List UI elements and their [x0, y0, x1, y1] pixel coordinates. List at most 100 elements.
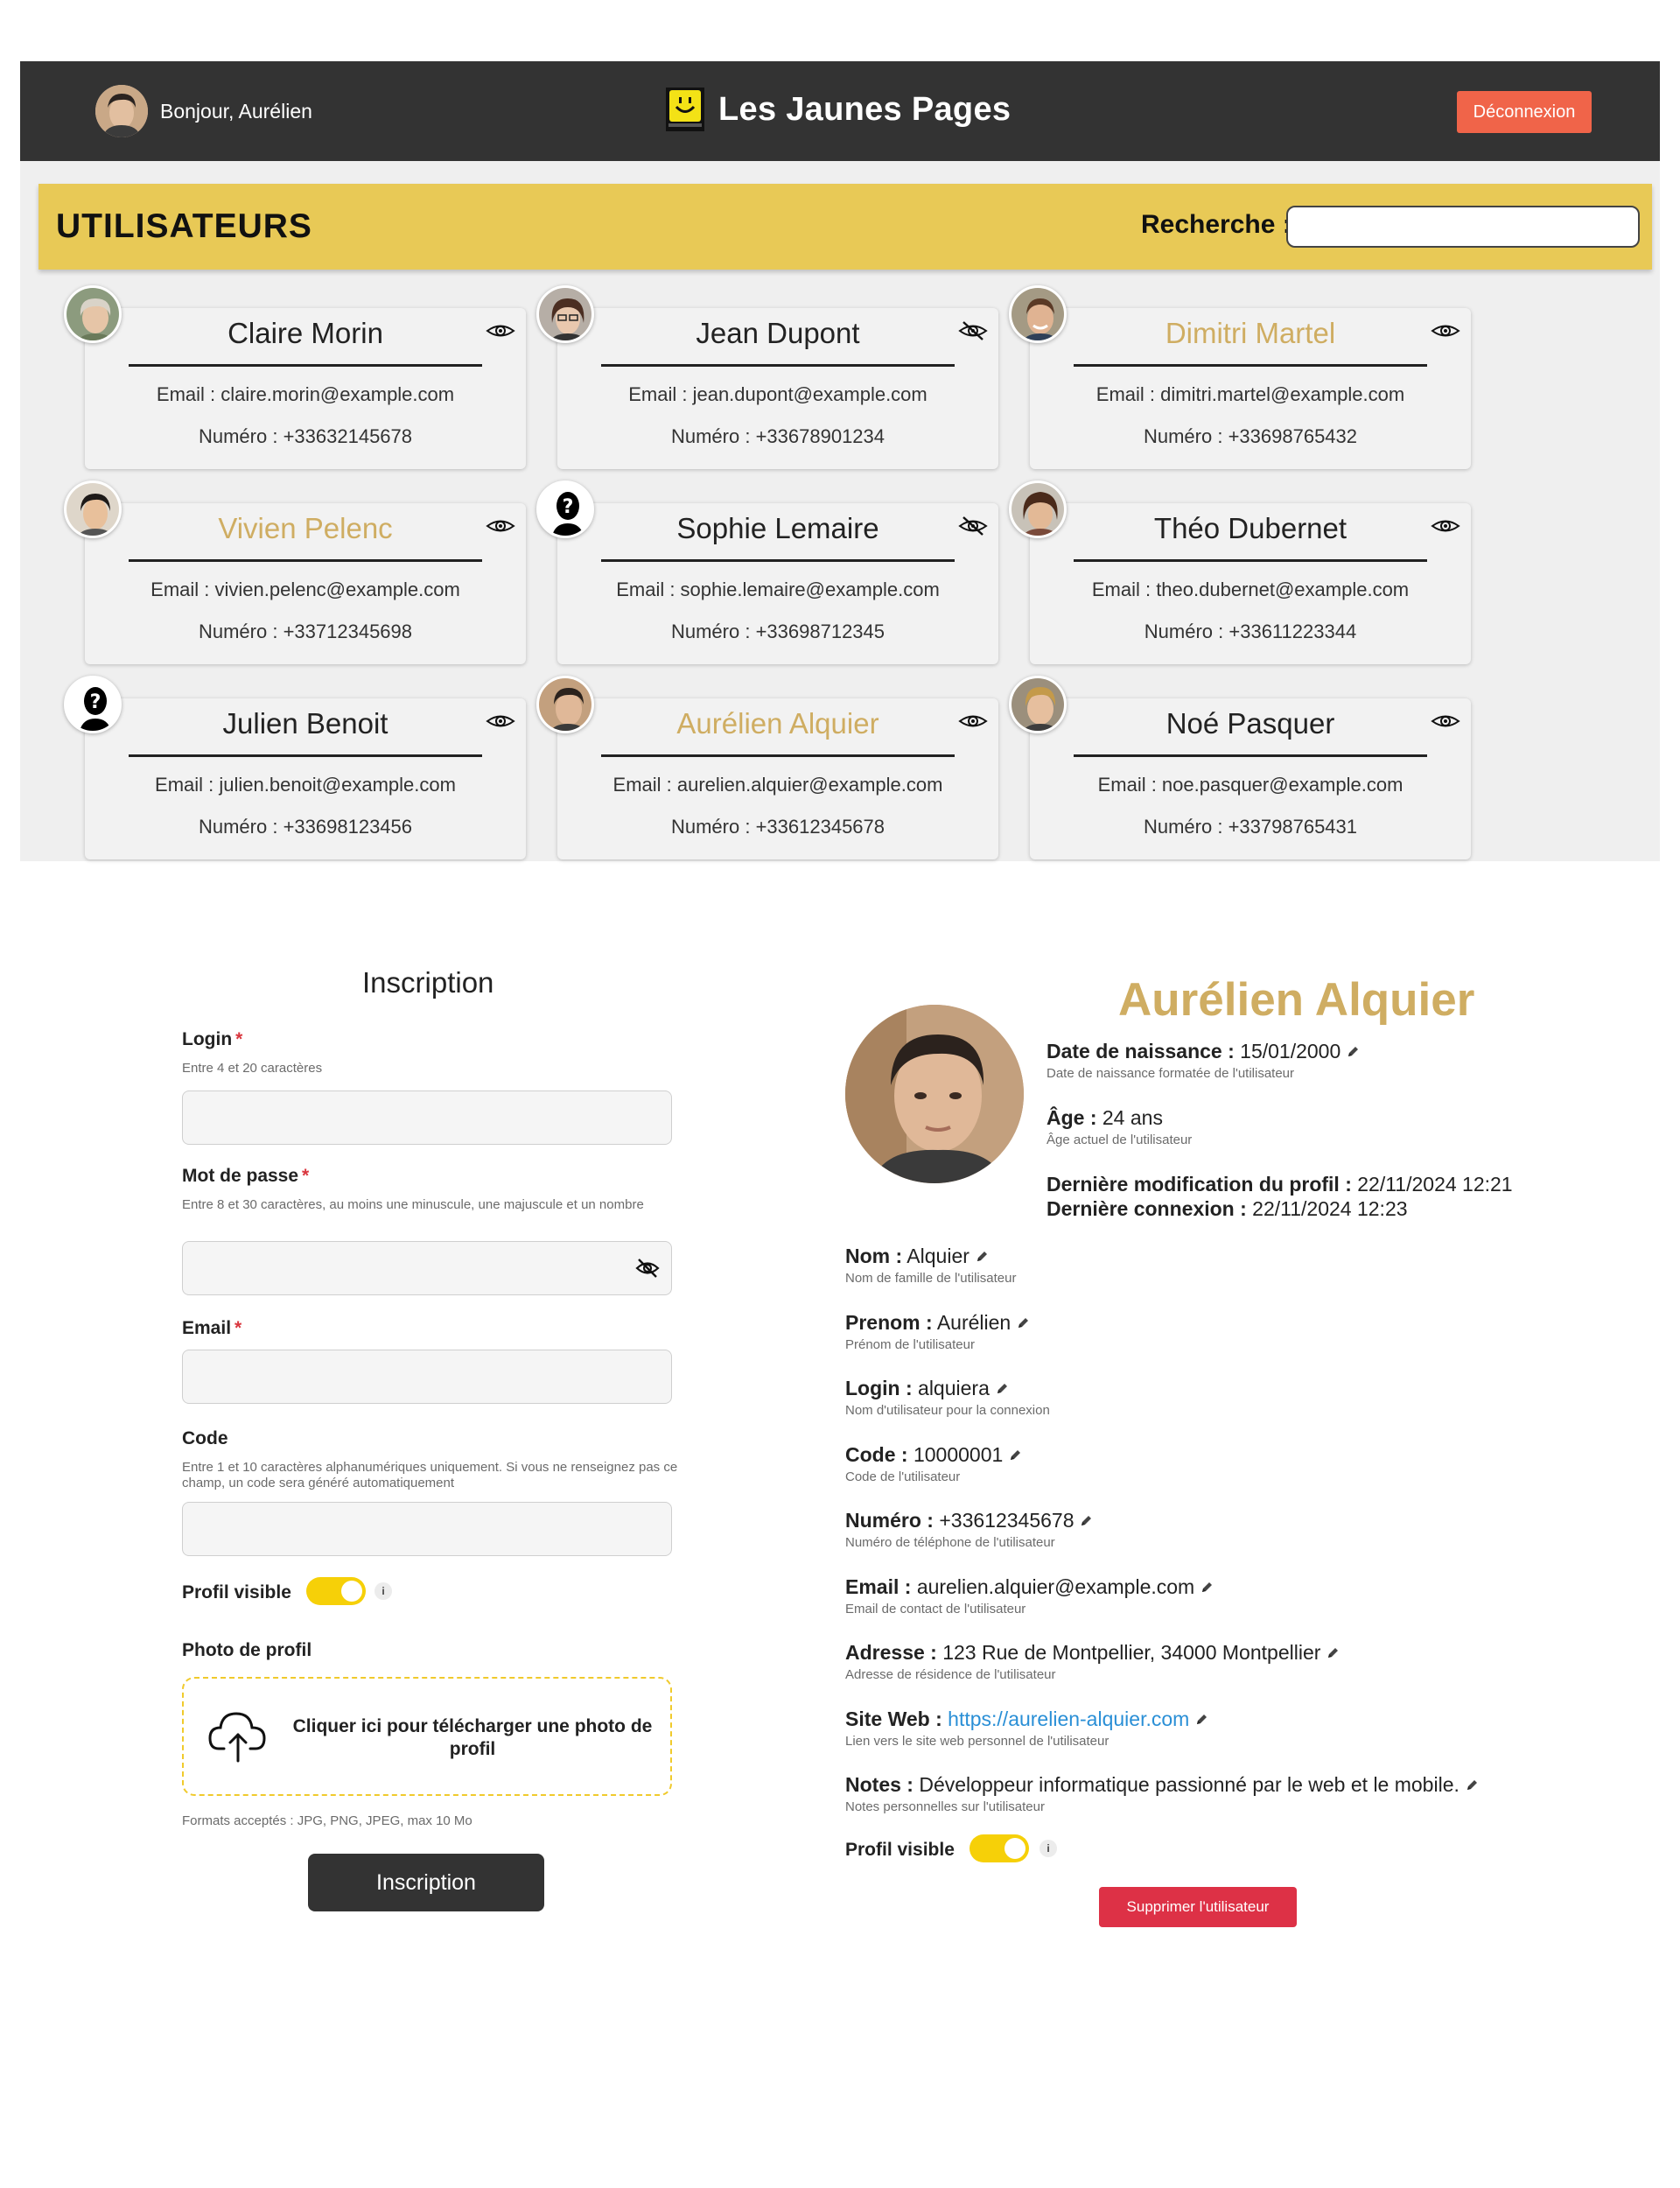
- user-card-email: Email : claire.morin@example.com: [156, 383, 455, 405]
- pencil-icon[interactable]: [1465, 1778, 1479, 1792]
- profile-visible-label: Profil visible: [182, 1582, 291, 1602]
- profile-field-value: +33612345678: [939, 1509, 1074, 1532]
- eye-slash-icon[interactable]: [958, 320, 988, 341]
- brand[interactable]: Les Jaunes Pages: [666, 88, 1011, 131]
- user-card-phone: Numéro : +33698765432: [1143, 425, 1358, 447]
- user-card[interactable]: Vivien Pelenc Email : vivien.pelenc@examp…: [85, 503, 526, 664]
- user-card-name: Noé Pasquer: [1166, 707, 1335, 740]
- profile-field-hint: Nom d'utilisateur pour la connexion: [845, 1403, 1050, 1418]
- profile-field-hint: Prénom de l'utilisateur: [845, 1336, 975, 1352]
- user-card-phone: Numéro : +33611223344: [1144, 621, 1357, 642]
- code-input[interactable]: [182, 1502, 672, 1556]
- user-card[interactable]: Jean Dupont Email : jean.dupont@example.c…: [557, 308, 998, 469]
- profile-field: Login : alquiera: [845, 1377, 1009, 1400]
- eye-slash-icon[interactable]: [958, 515, 988, 536]
- user-card[interactable]: Aurélien Alquier Email : aurelien.alquier…: [557, 698, 998, 859]
- profile-field-value: 10000001: [913, 1442, 1004, 1466]
- password-input[interactable]: [182, 1241, 672, 1295]
- profile-field-hint: Adresse de résidence de l'utilisateur: [845, 1667, 1056, 1682]
- profile-field: Code : 10000001: [845, 1443, 1022, 1467]
- eye-icon[interactable]: [486, 711, 515, 732]
- user-card-phone: Numéro : +33712345698: [198, 621, 413, 642]
- user-card[interactable]: Julien Benoit Email : julien.benoit@examp…: [85, 698, 526, 859]
- eye-icon[interactable]: [1431, 515, 1460, 536]
- pencil-icon[interactable]: [1016, 1316, 1030, 1330]
- card-divider: [129, 754, 482, 757]
- search-label: Recherche :: [1141, 210, 1292, 239]
- card-divider: [601, 364, 955, 367]
- user-card-phone: Numéro : +33632145678: [198, 425, 413, 447]
- user-avatar: ?: [64, 676, 122, 733]
- profile-field: Numéro : +33612345678: [845, 1509, 1093, 1532]
- svg-text:?: ?: [90, 691, 102, 713]
- user-card[interactable]: Théo Dubernet Email : theo.dubernet@examp…: [1030, 503, 1471, 664]
- pencil-icon[interactable]: [975, 1250, 989, 1264]
- user-card[interactable]: Dimitri Martel Email : dimitri.martel@exa…: [1030, 308, 1471, 469]
- greeting-text: Bonjour, Aurélien: [160, 99, 312, 123]
- inscription-submit-button[interactable]: Inscription: [308, 1854, 544, 1911]
- profile-field: Prenom : Aurélien: [845, 1311, 1030, 1335]
- user-card-name: Aurélien Alquier: [676, 707, 879, 740]
- card-divider: [601, 559, 955, 562]
- eye-icon[interactable]: [486, 515, 515, 536]
- user-card-name: Dimitri Martel: [1165, 317, 1336, 349]
- email-input[interactable]: [182, 1350, 672, 1404]
- profile-visible-toggle[interactable]: [970, 1834, 1029, 1862]
- delete-user-button[interactable]: Supprimer l'utilisateur: [1099, 1887, 1297, 1927]
- pencil-icon[interactable]: [1079, 1514, 1093, 1528]
- user-card[interactable]: Claire Morin Email : claire.morin@example…: [85, 308, 526, 469]
- pencil-icon[interactable]: [1326, 1646, 1340, 1660]
- profile-visible-label: Profil visible: [845, 1840, 955, 1860]
- pencil-icon[interactable]: [1194, 1713, 1208, 1727]
- login-input[interactable]: [182, 1090, 672, 1145]
- eye-icon[interactable]: [958, 711, 988, 732]
- user-card[interactable]: Noé Pasquer Email : noe.pasquer@example.c…: [1030, 698, 1471, 859]
- current-user-avatar[interactable]: [95, 85, 148, 137]
- user-card-email: Email : theo.dubernet@example.com: [1091, 579, 1410, 600]
- profile-photo: [845, 1005, 1024, 1183]
- profile-field-hint: Code de l'utilisateur: [845, 1469, 961, 1484]
- cloud-upload-icon: [208, 1712, 266, 1763]
- profile-field-hint: Lien vers le site web personnel de l'uti…: [845, 1733, 1110, 1749]
- last-login-field: Dernière connexion : 22/11/2024 12:23: [1046, 1197, 1408, 1220]
- card-divider: [129, 364, 482, 367]
- svg-text:?: ?: [563, 496, 574, 518]
- user-card-email: Email : dimitri.martel@example.com: [1096, 383, 1405, 405]
- profile-field: Email : aurelien.alquier@example.com: [845, 1575, 1214, 1599]
- form-title: Inscription: [362, 966, 494, 999]
- pencil-icon[interactable]: [1346, 1045, 1360, 1059]
- user-card-email: Email : noe.pasquer@example.com: [1097, 774, 1404, 796]
- profile-field-value: aurelien.alquier@example.com: [916, 1574, 1195, 1598]
- eye-icon[interactable]: [1431, 320, 1460, 341]
- profile-field: Notes : Développeur informatique passion…: [845, 1773, 1479, 1797]
- user-avatar: [536, 285, 594, 343]
- website-link[interactable]: https://aurelien-alquier.com: [948, 1708, 1189, 1730]
- card-divider: [1074, 754, 1427, 757]
- user-avatar: [64, 480, 122, 538]
- pencil-icon[interactable]: [995, 1382, 1009, 1396]
- eye-icon[interactable]: [486, 320, 515, 341]
- pencil-icon[interactable]: [1200, 1581, 1214, 1595]
- user-card-phone: Numéro : +33678901234: [670, 425, 886, 447]
- logout-button[interactable]: Déconnexion: [1457, 91, 1592, 133]
- photo-upload-dropzone[interactable]: Cliquer ici pour télécharger une photo d…: [182, 1677, 672, 1796]
- profile-field-hint: Email de contact de l'utilisateur: [845, 1601, 1026, 1616]
- profile-field-hint: Numéro de téléphone de l'utilisateur: [845, 1535, 1055, 1550]
- info-icon[interactable]: i: [1040, 1840, 1057, 1857]
- user-card[interactable]: Sophie Lemaire Email : sophie.lemaire@exa…: [557, 503, 998, 664]
- info-icon[interactable]: i: [374, 1582, 392, 1600]
- search-input[interactable]: [1286, 206, 1640, 248]
- user-card-email: Email : sophie.lemaire@example.com: [616, 579, 940, 600]
- brand-name: Les Jaunes Pages: [718, 90, 1012, 128]
- pencil-icon[interactable]: [1008, 1448, 1022, 1462]
- eye-icon[interactable]: [1431, 711, 1460, 732]
- password-hint: Entre 8 et 30 caractères, au moins une m…: [182, 1197, 644, 1212]
- user-card-name: Vivien Pelenc: [218, 512, 393, 544]
- profile-field: Nom : Alquier: [845, 1245, 989, 1268]
- eye-slash-icon[interactable]: [635, 1258, 660, 1279]
- user-card-email: Email : jean.dupont@example.com: [628, 383, 928, 405]
- photo-label: Photo de profil: [182, 1640, 312, 1660]
- user-card-phone: Numéro : +33698712345: [670, 621, 886, 642]
- profile-field-hint: Notes personnelles sur l'utilisateur: [845, 1799, 1045, 1814]
- profile-visible-toggle[interactable]: [306, 1577, 366, 1605]
